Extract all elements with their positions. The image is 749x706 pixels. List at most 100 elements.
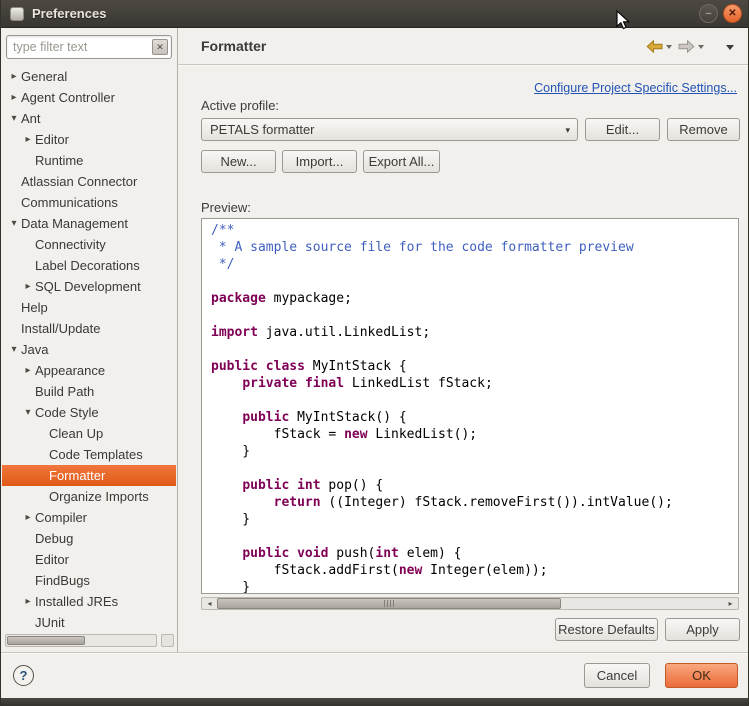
sidebar-item-label: Editor <box>35 552 69 567</box>
back-history-caret-icon[interactable] <box>666 45 672 49</box>
scrollbar-grip <box>384 600 394 607</box>
collapse-arrow-icon[interactable]: ▾ <box>7 218 21 229</box>
back-icon[interactable] <box>646 40 663 53</box>
sidebar-item-runtime[interactable]: Runtime <box>2 150 176 171</box>
expand-arrow-icon[interactable]: ▸ <box>7 92 21 103</box>
forward-history-caret-icon[interactable] <box>698 45 704 49</box>
sidebar-item-label: FindBugs <box>35 573 90 588</box>
code-line: return ((Integer) fStack.removeFirst()).… <box>211 494 738 511</box>
code-line <box>211 528 738 545</box>
profile-row: PETALS formatter ▾ Edit... Remove <box>201 118 740 141</box>
preview-horizontal-scrollbar[interactable]: ◂ ▸ <box>201 597 739 610</box>
code-line <box>211 341 738 358</box>
apply-button[interactable]: Apply <box>665 618 740 641</box>
sidebar-item-data-management[interactable]: ▾Data Management <box>2 213 176 234</box>
sidebar-item-sql-development[interactable]: ▸SQL Development <box>2 276 176 297</box>
scrollbar-track[interactable] <box>217 598 723 609</box>
sidebar-item-help[interactable]: Help <box>2 297 176 318</box>
window-title: Preferences <box>32 6 694 21</box>
sidebar-item-code-templates[interactable]: Code Templates <box>2 444 176 465</box>
code-line: fStack = new LinkedList(); <box>211 426 738 443</box>
window-icon <box>10 7 24 21</box>
configure-project-settings-link[interactable]: Configure Project Specific Settings... <box>534 81 737 95</box>
new-button[interactable]: New... <box>201 150 276 173</box>
scroll-left-icon[interactable]: ◂ <box>202 598 217 609</box>
collapse-arrow-icon[interactable]: ▾ <box>7 344 21 355</box>
expand-arrow-icon[interactable]: ▸ <box>21 281 35 292</box>
dialog-body: ✕ ▸General▸Agent Controller▾Ant▸EditorRu… <box>1 28 748 652</box>
expand-arrow-icon[interactable]: ▸ <box>7 71 21 82</box>
sidebar-item-label: Connectivity <box>35 237 106 252</box>
ok-button[interactable]: OK <box>665 663 738 688</box>
sidebar-item-organize-imports[interactable]: Organize Imports <box>2 486 176 507</box>
scrollbar-corner <box>161 634 174 647</box>
filter-box: ✕ <box>6 35 172 59</box>
code-line <box>211 392 738 409</box>
code-line <box>211 273 738 290</box>
sidebar-item-communications[interactable]: Communications <box>2 192 176 213</box>
formatter-panel: Formatter Configure Project Specific Set… <box>178 28 748 652</box>
remove-button[interactable]: Remove <box>667 118 740 141</box>
sidebar-item-formatter[interactable]: Formatter <box>2 465 176 486</box>
code-line: /** <box>211 222 738 239</box>
import-button[interactable]: Import... <box>282 150 357 173</box>
sidebar-item-debug[interactable]: Debug <box>2 528 176 549</box>
sidebar-item-installed-jres[interactable]: ▸Installed JREs <box>2 591 176 612</box>
forward-icon[interactable] <box>678 40 695 53</box>
preferences-window: Preferences – ✕ ✕ ▸General▸Agent Control… <box>0 0 749 706</box>
collapse-arrow-icon[interactable]: ▾ <box>7 113 21 124</box>
sidebar-item-atlassian-connector[interactable]: Atlassian Connector <box>2 171 176 192</box>
titlebar[interactable]: Preferences – ✕ <box>1 0 748 28</box>
sidebar-item-appearance[interactable]: ▸Appearance <box>2 360 176 381</box>
expand-arrow-icon[interactable]: ▸ <box>21 596 35 607</box>
preview-label: Preview: <box>201 200 251 215</box>
scrollbar-thumb[interactable] <box>217 598 561 609</box>
sidebar-item-ant[interactable]: ▾Ant <box>2 108 176 129</box>
sidebar-item-compiler[interactable]: ▸Compiler <box>2 507 176 528</box>
sidebar-item-code-style[interactable]: ▾Code Style <box>2 402 176 423</box>
sidebar-item-general[interactable]: ▸General <box>2 66 176 87</box>
sidebar-item-build-path[interactable]: Build Path <box>2 381 176 402</box>
combo-dropdown-icon: ▾ <box>565 120 570 140</box>
sidebar-item-label: Code Style <box>35 405 99 420</box>
sidebar-item-label: General <box>21 69 67 84</box>
edit-button[interactable]: Edit... <box>585 118 660 141</box>
code-line: package mypackage; <box>211 290 738 307</box>
expand-arrow-icon[interactable]: ▸ <box>21 512 35 523</box>
close-button[interactable]: ✕ <box>723 4 742 23</box>
sidebar-item-clean-up[interactable]: Clean Up <box>2 423 176 444</box>
collapse-arrow-icon[interactable]: ▾ <box>21 407 35 418</box>
sidebar-item-editor[interactable]: ▸Editor <box>2 129 176 150</box>
sidebar-item-connectivity[interactable]: Connectivity <box>2 234 176 255</box>
code-line <box>211 307 738 324</box>
sidebar-item-agent-controller[interactable]: ▸Agent Controller <box>2 87 176 108</box>
preview-code[interactable]: /** * A sample source file for the code … <box>201 218 739 594</box>
expand-arrow-icon[interactable]: ▸ <box>21 134 35 145</box>
sidebar-item-java[interactable]: ▾Java <box>2 339 176 360</box>
export-all-button[interactable]: Export All... <box>363 150 440 173</box>
sidebar-item-label: Ant <box>21 111 41 126</box>
scrollbar-thumb[interactable] <box>7 636 85 645</box>
sidebar-horizontal-scrollbar[interactable] <box>5 634 157 647</box>
active-profile-combo[interactable]: PETALS formatter ▾ <box>201 118 578 141</box>
help-button[interactable]: ? <box>13 665 34 686</box>
sidebar-item-editor[interactable]: Editor <box>2 549 176 570</box>
code-line: } <box>211 511 738 528</box>
expand-arrow-icon[interactable]: ▸ <box>21 365 35 376</box>
sidebar-item-install-update[interactable]: Install/Update <box>2 318 176 339</box>
profile-actions-row: New... Import... Export All... <box>201 150 440 173</box>
sidebar-item-findbugs[interactable]: FindBugs <box>2 570 176 591</box>
sidebar-item-junit[interactable]: JUnit <box>2 612 176 633</box>
scroll-right-icon[interactable]: ▸ <box>723 598 738 609</box>
sidebar-item-label-decorations[interactable]: Label Decorations <box>2 255 176 276</box>
filter-input[interactable] <box>6 35 172 59</box>
minimize-button[interactable]: – <box>699 4 718 23</box>
active-profile-value: PETALS formatter <box>210 122 315 137</box>
code-line: * A sample source file for the code form… <box>211 239 738 256</box>
cancel-button[interactable]: Cancel <box>584 663 650 688</box>
history-navigation <box>646 40 736 53</box>
restore-defaults-button[interactable]: Restore Defaults <box>555 618 658 641</box>
clear-filter-icon[interactable]: ✕ <box>152 39 168 55</box>
view-menu-icon[interactable] <box>726 45 734 50</box>
sidebar-item-label: Communications <box>21 195 118 210</box>
